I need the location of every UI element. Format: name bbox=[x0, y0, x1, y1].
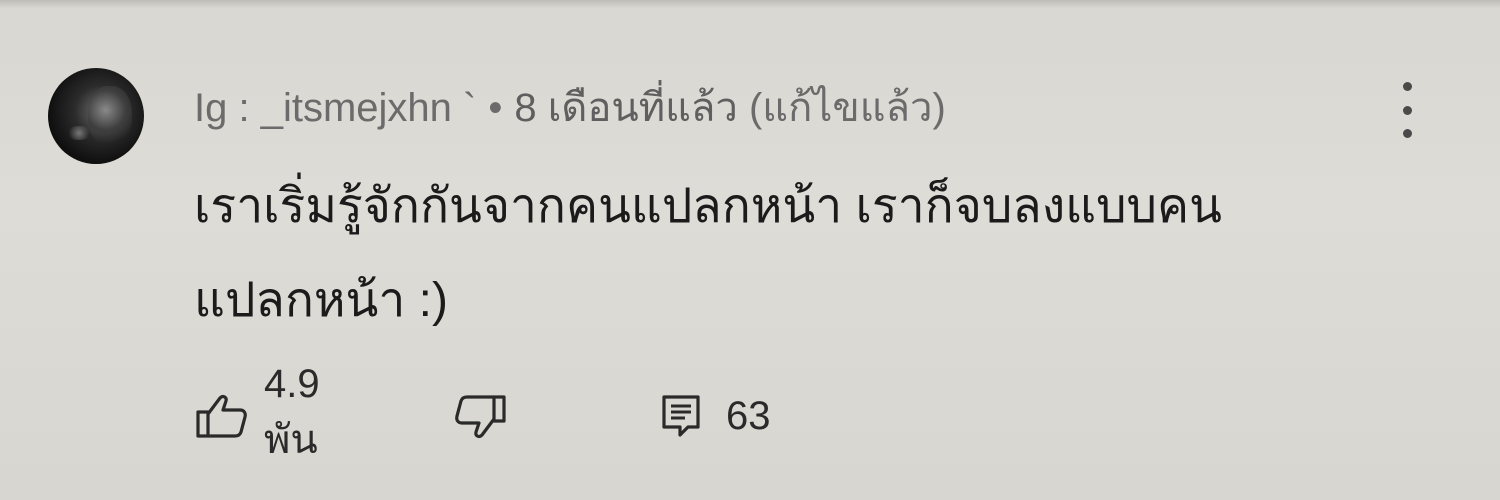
like-count: 4.9 พัน bbox=[264, 361, 320, 462]
dislike-button[interactable] bbox=[450, 388, 508, 444]
more-options-button[interactable] bbox=[1390, 82, 1424, 138]
reply-count: 63 bbox=[726, 393, 771, 438]
reply-button[interactable]: 63 bbox=[658, 388, 771, 444]
separator-dot: • bbox=[488, 86, 503, 130]
more-vert-icon bbox=[1402, 82, 1412, 91]
more-vert-icon-dot bbox=[1402, 105, 1412, 115]
thumbs-up-icon bbox=[194, 392, 250, 440]
avatar-face bbox=[88, 86, 132, 146]
comment-header: Ig : _itsmejxhn ` • 8 เดือนที่แล้ว (แก้ไขแ… bbox=[194, 82, 946, 134]
avatar-highlight bbox=[66, 126, 92, 140]
thumbs-down-icon bbox=[450, 391, 508, 441]
comment-text: เราเริ่มรู้จักกันจากคนแปลกหน้า เราก็จบลง… bbox=[194, 160, 1394, 348]
edited-label: (แก้ไขแล้ว) bbox=[748, 86, 946, 130]
author-name[interactable]: Ig : _itsmejxhn ` bbox=[194, 86, 476, 130]
avatar[interactable] bbox=[48, 68, 144, 164]
like-button[interactable]: 4.9 พัน bbox=[194, 362, 320, 462]
comment-thread: Ig : _itsmejxhn ` • 8 เดือนที่แล้ว (แก้ไขแ… bbox=[0, 0, 1500, 500]
comment-timestamp[interactable]: 8 เดือนที่แล้ว bbox=[514, 86, 738, 130]
comment-icon bbox=[658, 391, 704, 441]
more-vert-icon-dot bbox=[1402, 129, 1412, 138]
comment-text-line: แปลกหน้า :) bbox=[194, 274, 448, 327]
comment-text-line: เราเริ่มรู้จักกันจากคนแปลกหน้า เราก็จบลง… bbox=[194, 180, 1222, 233]
